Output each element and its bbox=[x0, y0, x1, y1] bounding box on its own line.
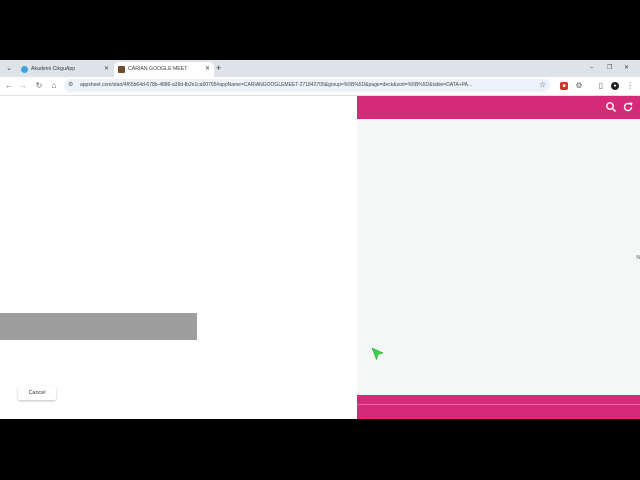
new-tab-plus-icon[interactable]: + bbox=[216, 62, 221, 74]
side-panel-icon[interactable]: ▯ bbox=[597, 82, 605, 90]
address-bar[interactable]: ⚙ appsheet.com/start/4f65b64d-678b-4886-… bbox=[64, 79, 550, 92]
forward-arrow-icon[interactable]: → bbox=[18, 81, 28, 91]
left-overlay-panel: Cancel bbox=[0, 96, 357, 419]
app-footer-nav bbox=[357, 395, 640, 419]
site-info-icon[interactable]: ⚙ bbox=[68, 81, 73, 90]
tab-close-icon[interactable]: ✕ bbox=[104, 65, 109, 73]
reload-icon[interactable]: ↻ bbox=[34, 81, 44, 91]
minimize-icon[interactable]: – bbox=[590, 63, 593, 73]
loading-placeholder-bar bbox=[0, 313, 197, 340]
refresh-icon[interactable] bbox=[622, 101, 634, 113]
search-icon[interactable] bbox=[605, 101, 617, 113]
appsheet-app-panel: N bbox=[357, 96, 640, 419]
footer-divider bbox=[357, 404, 640, 405]
restore-icon[interactable]: ❐ bbox=[607, 63, 612, 73]
app-body: N bbox=[357, 119, 640, 395]
truncated-text: N bbox=[636, 255, 640, 261]
app-header bbox=[357, 96, 640, 119]
tab-close-icon[interactable]: ✕ bbox=[205, 65, 210, 73]
tab-title: Akademi CikguApp bbox=[31, 66, 76, 72]
tab-carian-google-meet[interactable]: CARIAN GOOGLE MEET ✕ bbox=[114, 62, 214, 77]
home-icon[interactable]: ⌂ bbox=[49, 81, 59, 91]
tab-strip: ⌄ Akademi CikguApp ✕ CARIAN GOOGLE MEET … bbox=[0, 60, 640, 77]
mouse-cursor-icon bbox=[371, 347, 384, 361]
browser-window: ⌄ Akademi CikguApp ✕ CARIAN GOOGLE MEET … bbox=[0, 60, 640, 419]
close-window-icon[interactable]: ✕ bbox=[624, 63, 629, 73]
page-content: Cancel N bbox=[0, 96, 640, 419]
tab-akademi-cikguapp[interactable]: Akademi CikguApp ✕ bbox=[17, 62, 113, 77]
tab-favicon-icon bbox=[118, 66, 125, 73]
extension-puzzle-icon[interactable]: ⚙ bbox=[575, 82, 583, 90]
extension-red-icon[interactable]: ■ bbox=[560, 82, 568, 90]
profile-avatar-icon[interactable]: ● bbox=[611, 82, 619, 90]
tab-search-chevron-icon[interactable]: ⌄ bbox=[3, 63, 15, 75]
back-arrow-icon[interactable]: ← bbox=[4, 81, 14, 91]
tab-title: CARIAN GOOGLE MEET bbox=[128, 66, 188, 72]
browser-toolbar: ← → ↻ ⌂ ⚙ appsheet.com/start/4f65b64d-67… bbox=[0, 77, 640, 96]
tab-favicon-icon bbox=[21, 66, 28, 73]
bookmark-star-icon[interactable]: ☆ bbox=[539, 80, 546, 90]
url-text[interactable]: appsheet.com/start/4f65b64d-678b-4886-a3… bbox=[80, 82, 538, 89]
cancel-button[interactable]: Cancel bbox=[18, 386, 56, 400]
menu-kebab-icon[interactable]: ⋮ bbox=[626, 82, 634, 90]
